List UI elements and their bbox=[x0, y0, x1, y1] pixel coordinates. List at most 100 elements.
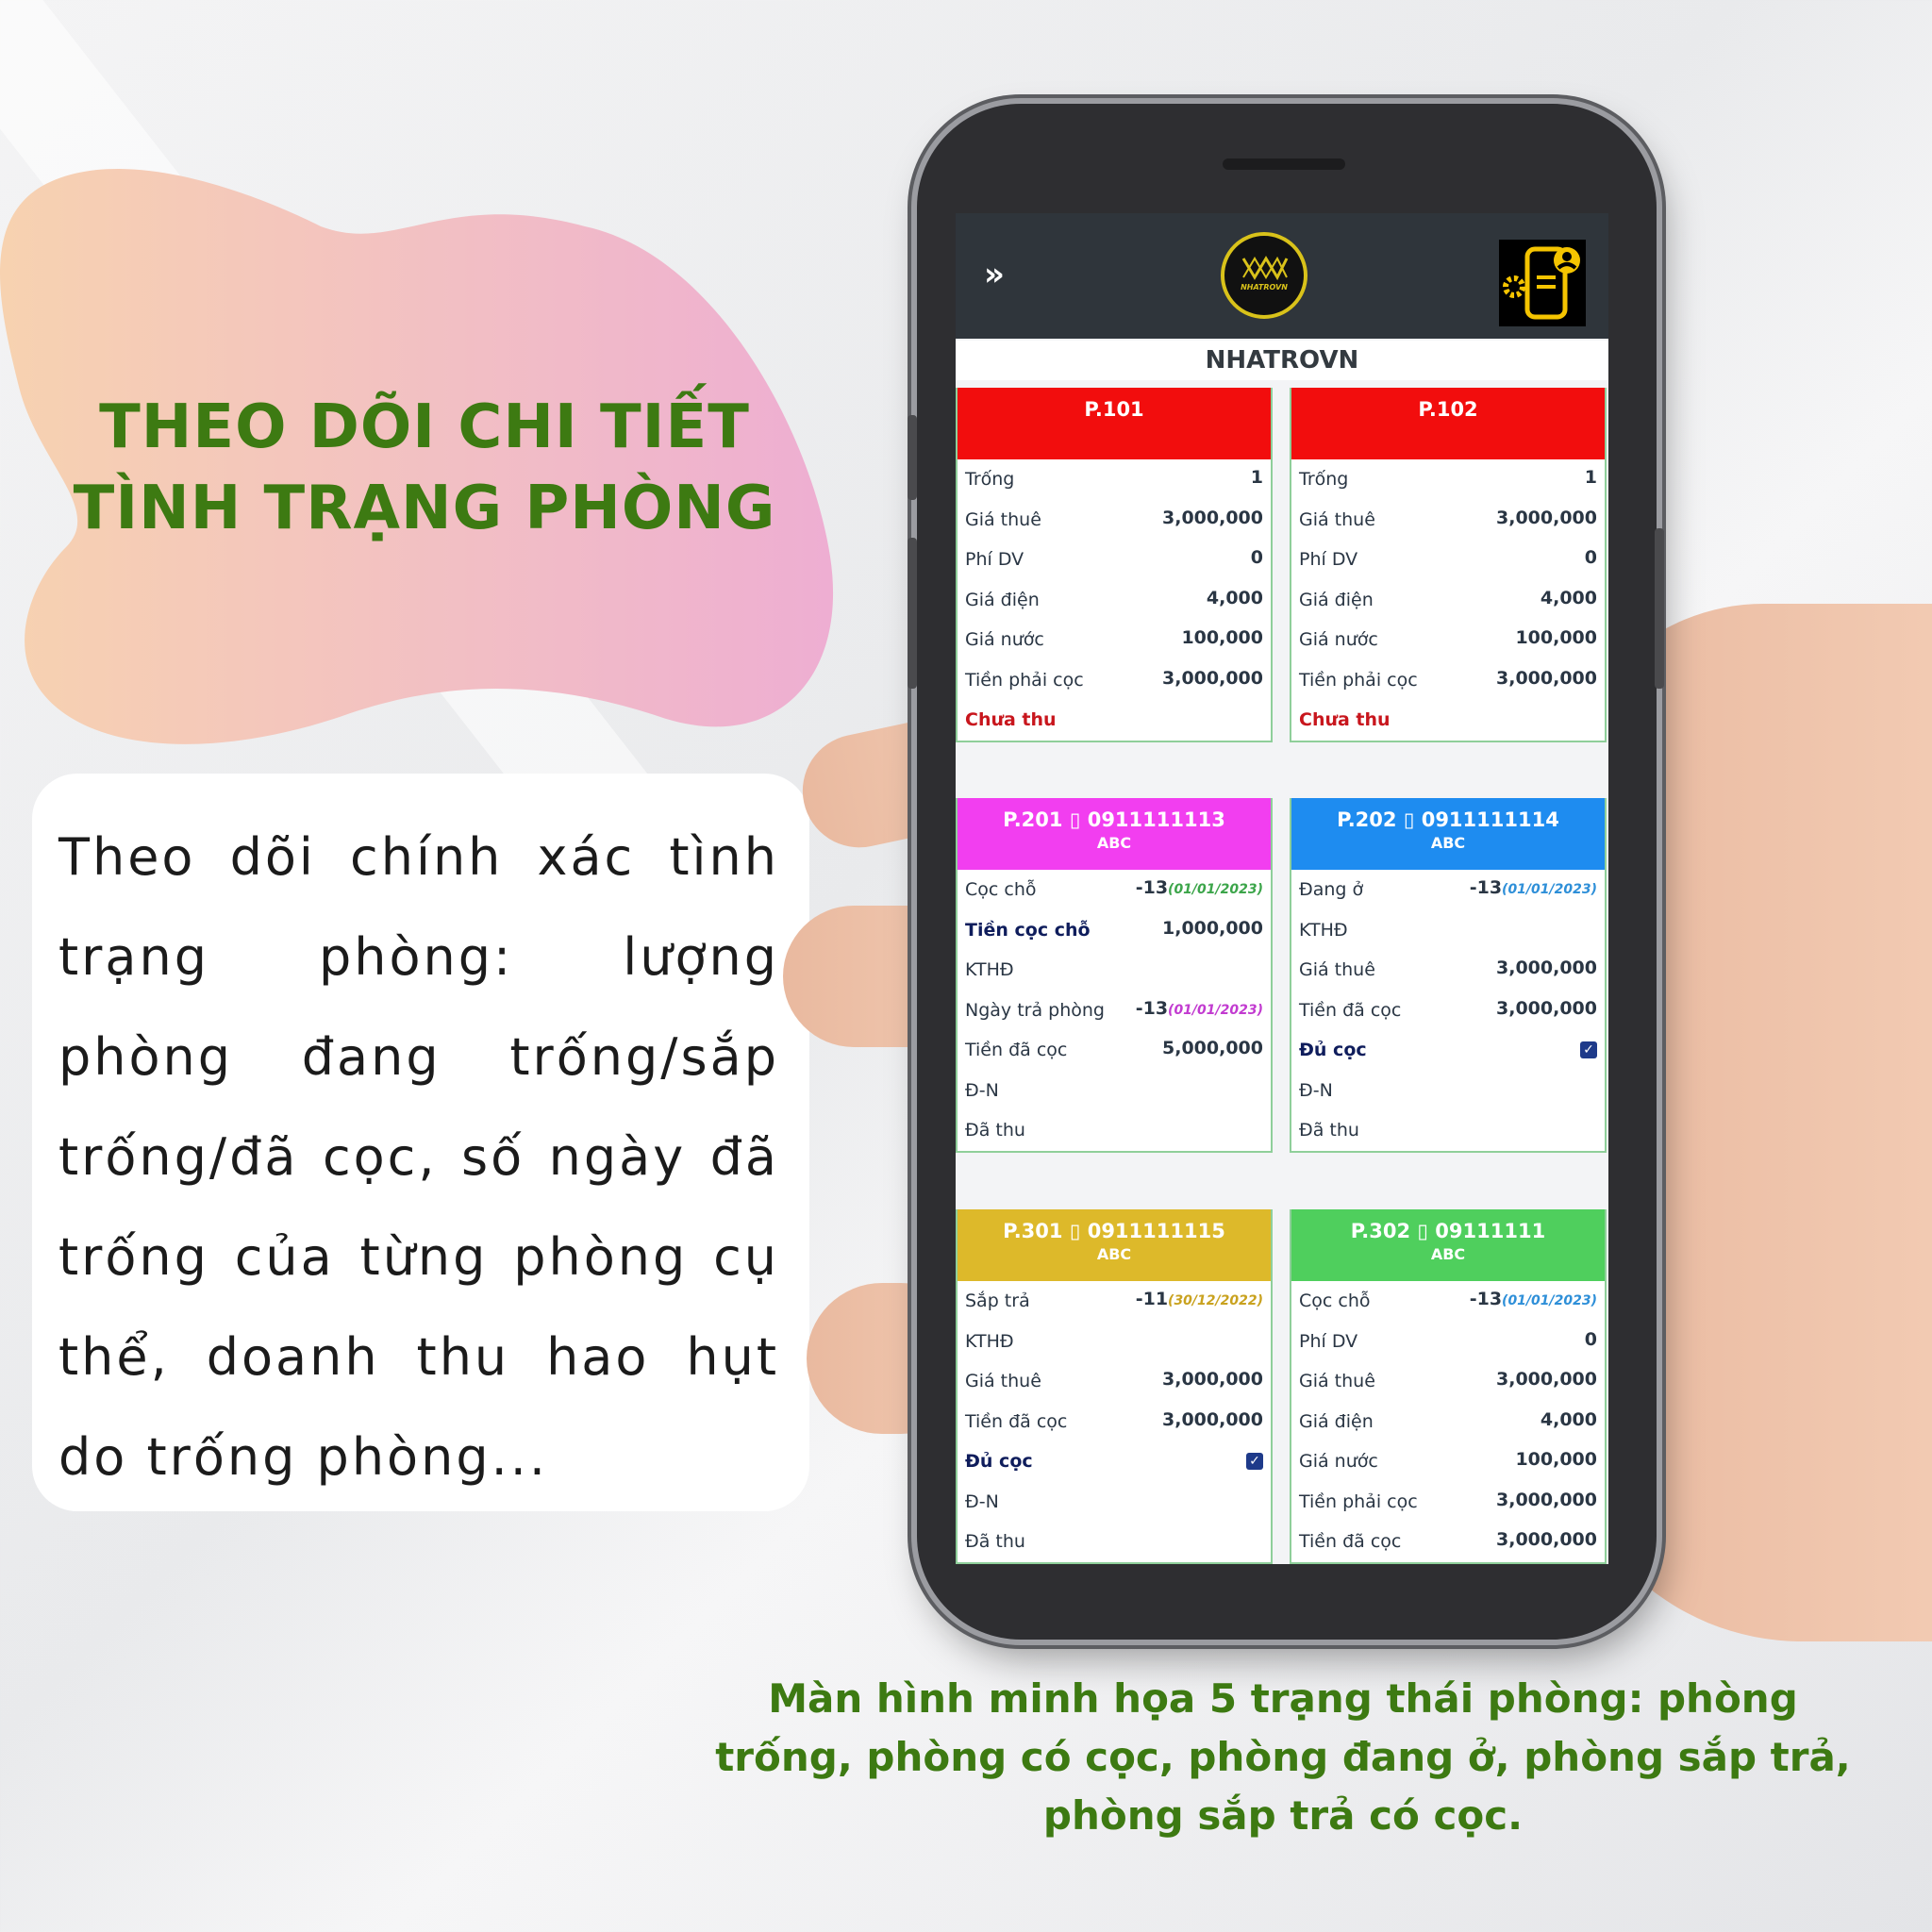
row-value: -13(01/01/2023) bbox=[1470, 877, 1597, 898]
mobile-phone-icon: ▯ bbox=[1062, 1220, 1081, 1242]
row-label: Giá điện bbox=[1299, 1410, 1374, 1432]
room-card[interactable]: P.202 ▯ 0911111114 ABC Đang ở -13(01/01/202… bbox=[1290, 798, 1607, 1153]
row-value-number: 3,000,000 bbox=[1162, 507, 1263, 528]
logo-text: NHATROVN bbox=[1241, 283, 1288, 291]
row-label: Phí DV bbox=[1299, 1330, 1358, 1352]
room-card-header: P.301 ▯ 0911111115 ABC bbox=[958, 1209, 1271, 1281]
row-label: Đang ở bbox=[1299, 879, 1364, 900]
room-info-row: Đ-N bbox=[958, 1071, 1271, 1111]
room-info-row: Tiền đã cọc 5,000,000 bbox=[958, 1030, 1271, 1071]
room-info-row: Chưa thu bbox=[1291, 700, 1605, 741]
app-logo[interactable]: NHATROVN bbox=[1221, 232, 1307, 319]
room-info-row: Giá điện 4,000 bbox=[1291, 580, 1605, 621]
room-info-row: Trống 1 bbox=[958, 459, 1271, 500]
row-label: Giá nước bbox=[1299, 629, 1378, 650]
row-value: 3,000,000 bbox=[1162, 508, 1263, 528]
tenant-phone[interactable]: 0911111113 bbox=[1080, 808, 1225, 831]
row-label: Giá nước bbox=[1299, 1451, 1378, 1472]
room-info-row: Tiền phải cọc 3,000,000 bbox=[1291, 660, 1605, 701]
row-value-number: 4,000 bbox=[1540, 587, 1597, 608]
room-card[interactable]: P.301 ▯ 0911111115 ABC Sắp trả -11(30/12/20… bbox=[956, 1209, 1273, 1564]
row-label: Giá điện bbox=[1299, 589, 1374, 610]
room-card[interactable]: P.101 Trống 1 Giá thuê 3,000,000 Phí DV 0 Giá đ… bbox=[956, 388, 1273, 742]
room-info-row: Giá điện 4,000 bbox=[1291, 1402, 1605, 1442]
menu-expand-icon[interactable]: » bbox=[984, 256, 1005, 293]
row-value-number: -13 bbox=[1469, 1289, 1503, 1309]
tenant-phone[interactable]: 0911111114 bbox=[1414, 808, 1559, 831]
row-label: Chưa thu bbox=[965, 709, 1057, 730]
headline: THEO DÕI CHI TIẾT TÌNH TRẠNG PHÒNG bbox=[57, 387, 792, 549]
row-value-number: 1 bbox=[1250, 467, 1263, 488]
room-info-row: Ngày trả phòng -13(01/01/2023) bbox=[958, 991, 1271, 1031]
row-value-number: 1 bbox=[1584, 467, 1597, 488]
room-info-row: Đã thu bbox=[958, 1110, 1271, 1151]
row-label: Đ-N bbox=[965, 1079, 999, 1101]
room-name: P.201 ▯ 0911111113 bbox=[958, 806, 1271, 834]
room-info-row: Đang ở -13(01/01/2023) bbox=[1291, 870, 1605, 910]
row-value: 5,000,000 bbox=[1162, 1038, 1263, 1058]
row-value: 3,000,000 bbox=[1162, 1409, 1263, 1430]
row-label: Đã thu bbox=[1299, 1120, 1359, 1141]
room-name: P.102 bbox=[1291, 395, 1605, 424]
phone-side-button bbox=[908, 415, 917, 500]
tenant-phone[interactable]: 0911111115 bbox=[1080, 1220, 1225, 1242]
checkbox[interactable]: ✓ bbox=[1580, 1041, 1597, 1058]
row-value: -13(01/01/2023) bbox=[1470, 1289, 1597, 1309]
caption-line-2: trống, phòng có cọc, phòng đang ở, phòng… bbox=[715, 1734, 1851, 1780]
room-card[interactable]: P.201 ▯ 0911111113 ABC Cọc chỗ -13(01/01/20… bbox=[956, 798, 1273, 1153]
tenant-name: ABC bbox=[1430, 834, 1466, 852]
phone-support-icon[interactable] bbox=[1499, 240, 1586, 326]
room-card[interactable]: P.302 ▯ 09111111 ABC Cọc chỗ -13(01/01/2023… bbox=[1290, 1209, 1607, 1564]
room-info-row: Phí DV 0 bbox=[1291, 1322, 1605, 1362]
row-label: Ngày trả phòng bbox=[965, 999, 1105, 1021]
checkbox-checked-icon: ✓ bbox=[1580, 1038, 1597, 1058]
room-info-row: Phí DV 0 bbox=[958, 540, 1271, 580]
room-card[interactable]: P.102 Trống 1 Giá thuê 3,000,000 Phí DV 0 Giá đ… bbox=[1290, 388, 1607, 742]
row-label: Đã thu bbox=[965, 1531, 1025, 1552]
tenant-phone[interactable]: 09111111 bbox=[1428, 1220, 1545, 1242]
row-label: Cọc chỗ bbox=[1299, 1291, 1371, 1311]
row-value-number: 100,000 bbox=[1515, 1449, 1597, 1470]
row-value-number: -13 bbox=[1469, 877, 1503, 898]
row-value-number: 3,000,000 bbox=[1496, 958, 1597, 978]
room-info-row: Giá thuê 3,000,000 bbox=[958, 500, 1271, 541]
row-value-number: -11 bbox=[1135, 1289, 1169, 1309]
row-value-number: 3,000,000 bbox=[1496, 507, 1597, 528]
row-label: Giá thuê bbox=[965, 1371, 1041, 1391]
room-info-row: Giá nước 100,000 bbox=[958, 620, 1271, 660]
row-label: Tiền đã cọc bbox=[1299, 1531, 1402, 1552]
room-info-row: Đã thu bbox=[958, 1522, 1271, 1562]
row-value-number: 0 bbox=[1584, 547, 1597, 568]
phone-side-button bbox=[908, 538, 917, 689]
row-value: 0 bbox=[1585, 1329, 1597, 1350]
row-value-number: 4,000 bbox=[1540, 1408, 1597, 1430]
room-info-row: Chưa thu bbox=[958, 700, 1271, 741]
phone-speaker bbox=[1223, 158, 1345, 170]
row-date: (01/01/2023) bbox=[1168, 882, 1263, 897]
row-label: Chưa thu bbox=[1299, 709, 1391, 730]
row-label: Tiền đã cọc bbox=[965, 1040, 1068, 1060]
tenant-name: ABC bbox=[1096, 834, 1132, 852]
row-date: (01/01/2023) bbox=[1502, 882, 1597, 897]
row-value: 3,000,000 bbox=[1496, 508, 1597, 528]
room-info-row: Đã thu bbox=[1291, 1110, 1605, 1151]
room-name: P.302 ▯ 09111111 bbox=[1291, 1217, 1605, 1245]
row-label: Cọc chỗ bbox=[965, 879, 1037, 900]
room-info-row: Tiền đã cọc 3,000,000 bbox=[958, 1402, 1271, 1442]
row-value: 1 bbox=[1251, 467, 1263, 488]
row-value-number: 3,000,000 bbox=[1496, 997, 1597, 1019]
headline-line-2: TÌNH TRẠNG PHÒNG bbox=[73, 474, 776, 543]
room-info-row: Giá điện 4,000 bbox=[958, 580, 1271, 621]
row-label: Giá thuê bbox=[1299, 1371, 1375, 1391]
checkbox[interactable]: ✓ bbox=[1246, 1453, 1263, 1470]
row-value-number: 3,000,000 bbox=[1496, 1529, 1597, 1550]
row-label: Tiền đã cọc bbox=[1299, 999, 1402, 1021]
row-value: -11(30/12/2022) bbox=[1136, 1289, 1263, 1309]
row-label: Đ-N bbox=[1299, 1079, 1333, 1101]
row-date: (30/12/2022) bbox=[1168, 1293, 1263, 1308]
row-label: KTHĐ bbox=[1299, 919, 1348, 941]
row-label: Giá nước bbox=[965, 629, 1044, 650]
row-value: -13(01/01/2023) bbox=[1136, 998, 1263, 1019]
row-value: 3,000,000 bbox=[1496, 958, 1597, 978]
row-value: 100,000 bbox=[1181, 627, 1263, 648]
